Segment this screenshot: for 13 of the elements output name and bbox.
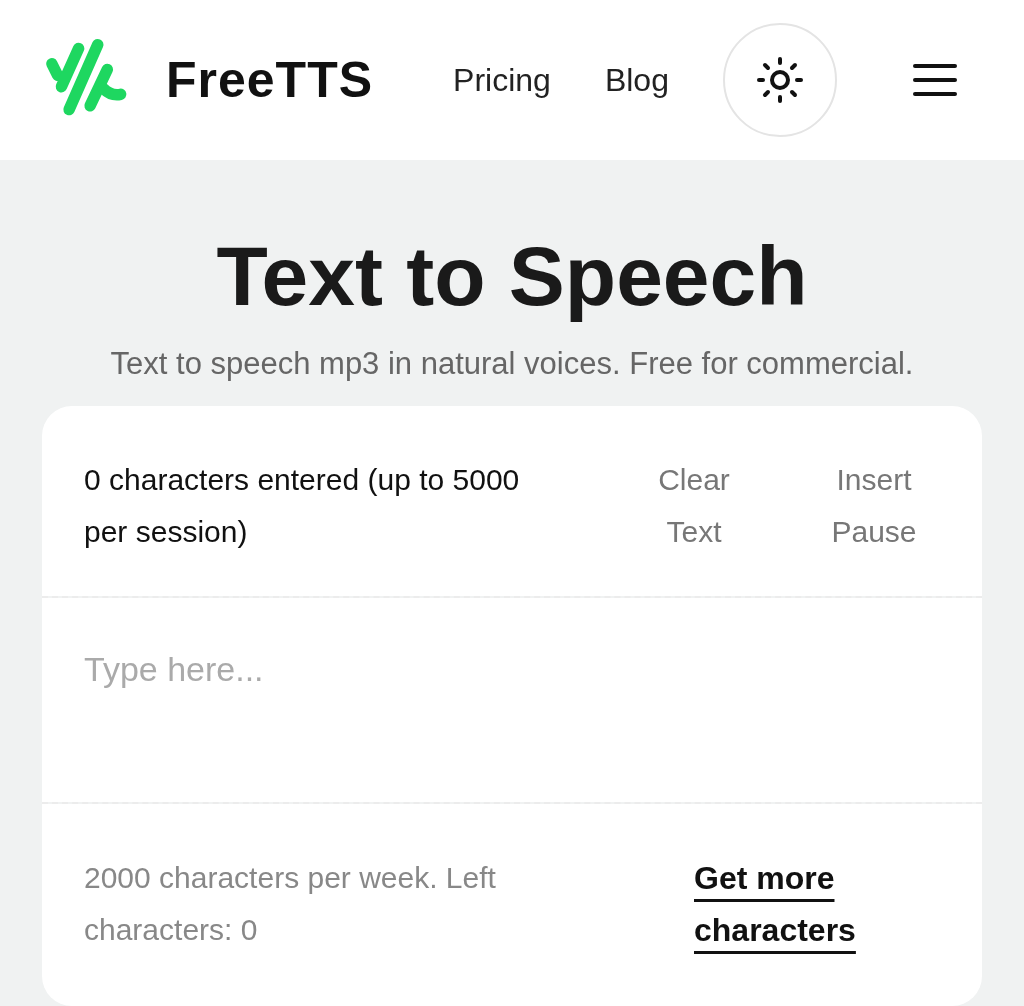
menu-icon[interactable] (912, 63, 957, 97)
quota-text: 2000 characters per week. Left characters: 0 (84, 860, 497, 949)
text-input-field[interactable]: Type here... (42, 598, 982, 803)
editor-action-button[interactable]: Clear Text (634, 454, 754, 559)
sun-icon (755, 56, 804, 104)
page-title: Text to Speech (216, 230, 808, 323)
nav-link[interactable]: Blog (604, 61, 669, 99)
logo-text[interactable]: FreeTTS (166, 51, 374, 109)
editor-action-button[interactable]: Insert Pause (814, 454, 934, 559)
nav-link[interactable]: Pricing (453, 61, 551, 99)
get-more-characters-link[interactable]: Get more characters (694, 852, 884, 1006)
character-count: 0 characters entered (up to 5000 per session) (84, 462, 521, 551)
subtitle: Text to speech mp3 in natural voices. Free for commercial. (110, 346, 914, 383)
